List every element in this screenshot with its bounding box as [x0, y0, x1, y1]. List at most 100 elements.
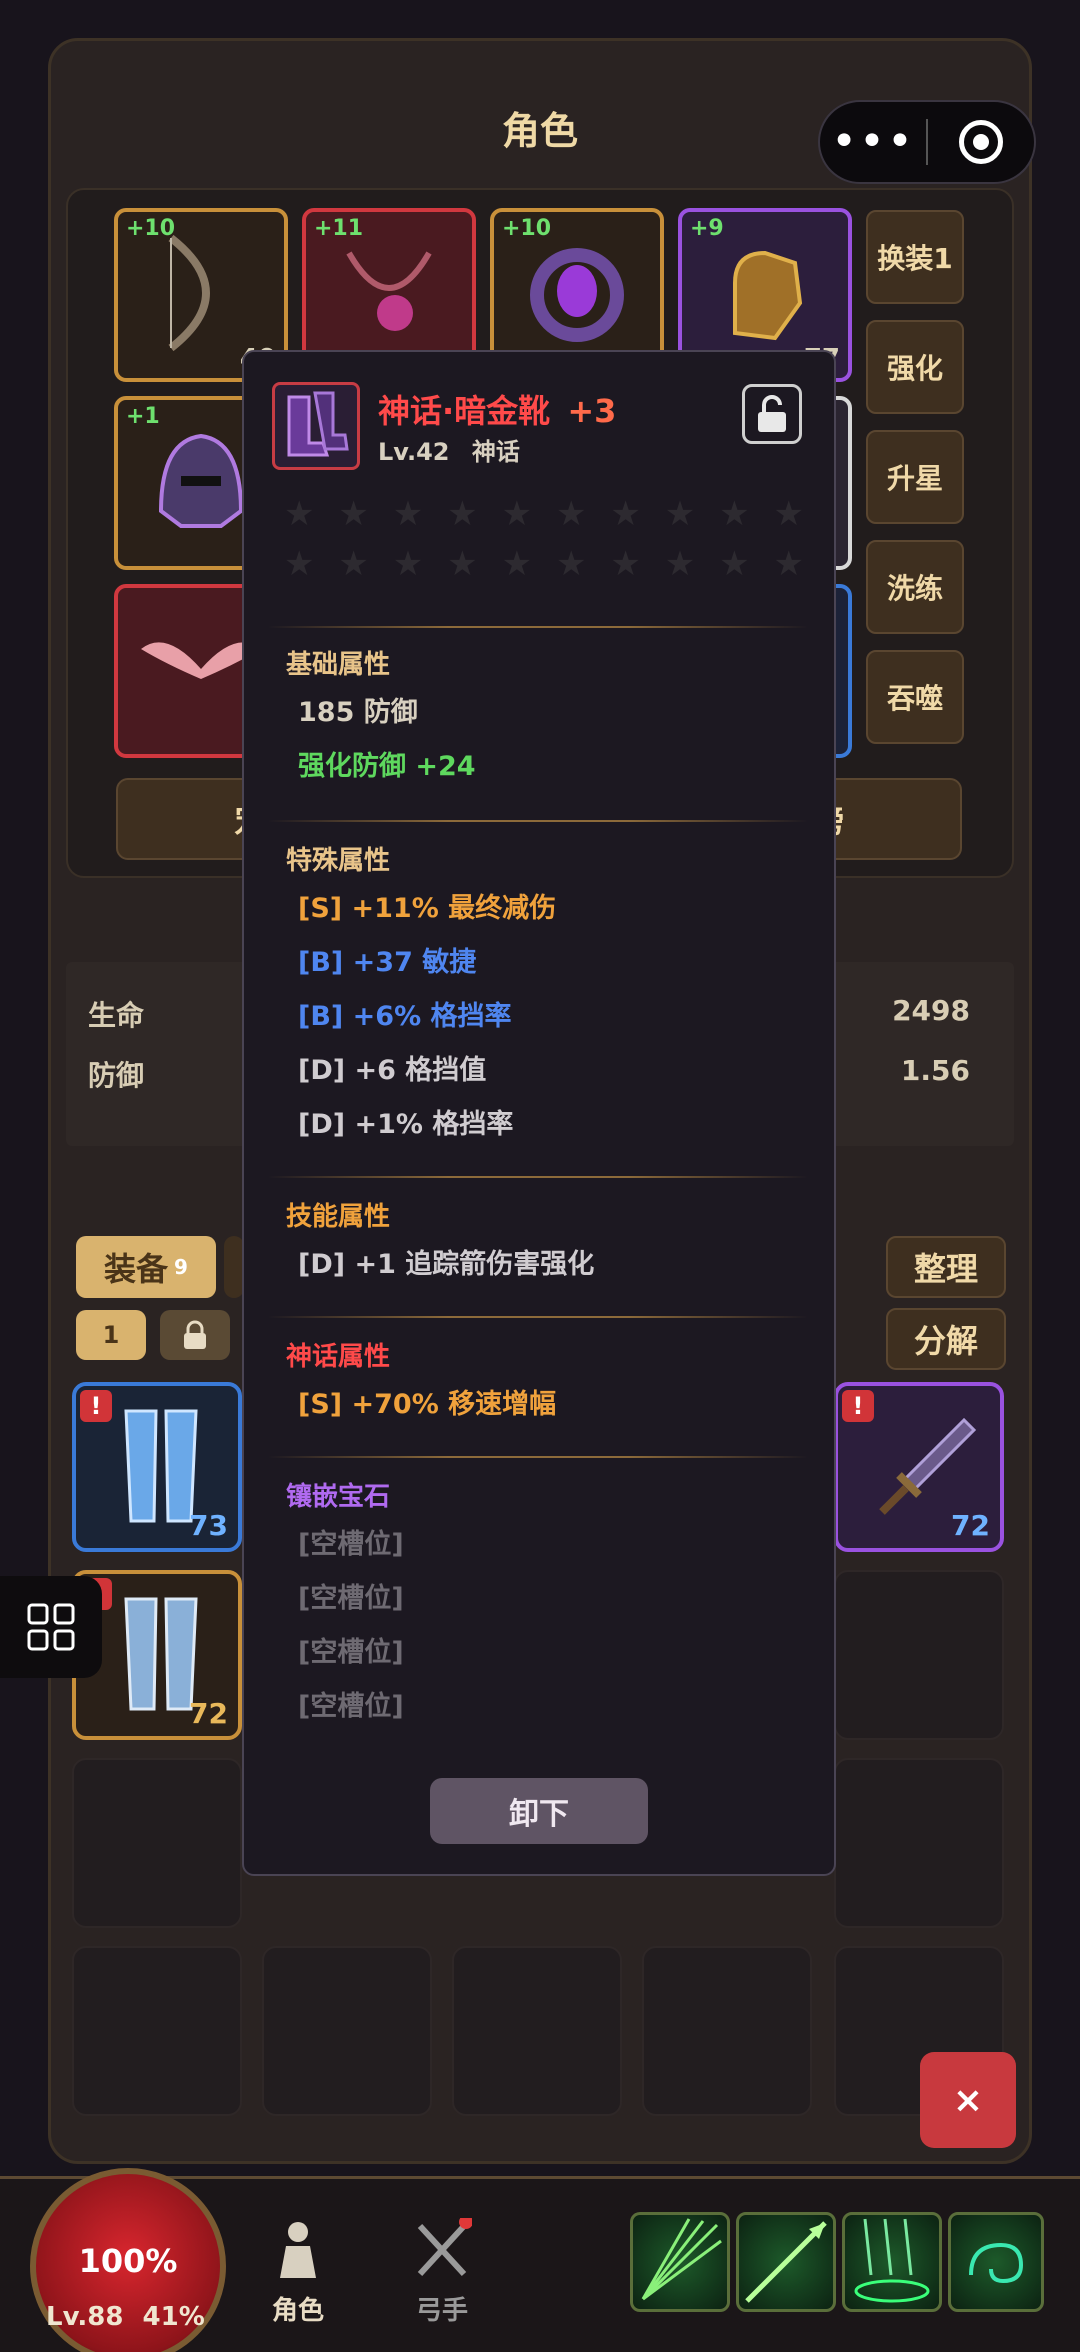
- myth-attr-line: [S] +70% 移速增幅: [298, 1389, 557, 1420]
- crossed-swords-icon: [417, 2215, 473, 2277]
- leg-armor-icon: [124, 1409, 198, 1523]
- def-label: 防御: [88, 1059, 145, 1092]
- star-row-2: ★ ★ ★ ★ ★ ★ ★ ★ ★ ★: [284, 544, 804, 584]
- hp-percent: 100%: [78, 2242, 178, 2280]
- divider: [268, 1176, 808, 1178]
- base-attr-line: 强化防御 +24: [298, 751, 476, 782]
- sort-button[interactable]: 整理: [886, 1236, 1006, 1298]
- record-circle-icon[interactable]: [928, 120, 1034, 164]
- star-up-button[interactable]: 升星: [866, 430, 964, 524]
- gem-title: 镶嵌宝石: [286, 1482, 391, 1512]
- skill-arrow-burst-icon: [641, 2218, 722, 2301]
- divider: [268, 1456, 808, 1458]
- inventory-empty-slot[interactable]: [72, 1758, 242, 1928]
- skill-slot-4[interactable]: [948, 2212, 1044, 2312]
- lock-toggle-button[interactable]: [742, 384, 802, 444]
- close-button[interactable]: ×: [920, 2052, 1016, 2148]
- special-attr-line: [D] +1% 格挡率: [298, 1109, 514, 1140]
- special-attr-line: [B] +37 敏捷: [298, 947, 477, 978]
- lock-icon: [184, 1320, 206, 1349]
- gem-slot: [空槽位]: [298, 1691, 404, 1722]
- item-level: 72: [189, 1697, 228, 1730]
- filter-button[interactable]: 1: [76, 1310, 146, 1360]
- tab-badge: 9: [174, 1255, 188, 1279]
- change-outfit-button[interactable]: 换装1: [866, 210, 964, 304]
- base-attr-line: 185 防御: [298, 697, 418, 728]
- item-name: 神话·暗金靴 +3: [378, 386, 616, 432]
- skill-arrow-pierce-icon: [745, 2221, 827, 2303]
- skill-slot-1[interactable]: [630, 2212, 730, 2312]
- sort-button-label: 整理: [913, 1250, 978, 1288]
- gloves-icon: [705, 233, 825, 357]
- miniprogram-capsule: •••: [818, 100, 1036, 184]
- reforge-button[interactable]: 洗练: [866, 540, 964, 634]
- exp-percent: 41%: [142, 2302, 205, 2332]
- base-attr-title: 基础属性: [286, 650, 391, 680]
- player-level-exp: Lv.88 41%: [46, 2302, 205, 2332]
- divider: [268, 820, 808, 822]
- skill-wind-spiral-icon: [969, 2242, 1024, 2284]
- nav-archer[interactable]: 弓手: [392, 2215, 492, 2327]
- divider: [268, 1316, 808, 1318]
- item-rarity: 神话: [471, 438, 520, 466]
- star-row-1: ★ ★ ★ ★ ★ ★ ★ ★ ★ ★: [284, 494, 804, 534]
- def-value: 1.56: [900, 1054, 970, 1087]
- skill-attr-title: 技能属性: [286, 1202, 391, 1232]
- gem-slot: [空槽位]: [298, 1529, 404, 1560]
- inventory-empty-slot[interactable]: [262, 1946, 432, 2116]
- boots-icon: [287, 391, 349, 457]
- leg-armor-icon: [124, 1597, 198, 1711]
- inventory-empty-slot[interactable]: [834, 1570, 1004, 1740]
- knight-icon: [280, 2222, 316, 2278]
- tab-equipment[interactable]: 装备 9: [76, 1236, 216, 1298]
- more-dots-icon[interactable]: •••: [820, 120, 926, 164]
- myth-attr-title: 神话属性: [286, 1342, 391, 1372]
- special-attr-line: [S] +11% 最终减伤: [298, 893, 557, 924]
- decompose-button-label: 分解: [913, 1322, 978, 1360]
- skill-slot-2[interactable]: [736, 2212, 836, 2312]
- inventory-empty-slot[interactable]: [452, 1946, 622, 2116]
- special-attr-title: 特殊属性: [286, 846, 391, 876]
- hp-value: 2498: [892, 994, 970, 1027]
- page: 角色 ••• +10 40 +11 +10 +9 77 +1: [0, 0, 1080, 2352]
- gem-slot: [空槽位]: [298, 1583, 404, 1614]
- item-level: 73: [189, 1509, 228, 1542]
- item-name-text: 神话·暗金靴: [378, 392, 551, 430]
- decompose-button[interactable]: 分解: [886, 1308, 1006, 1370]
- inventory-item[interactable]: ! 72: [834, 1382, 1004, 1552]
- lock-filter-button[interactable]: [160, 1310, 230, 1360]
- gem-slot: [空槽位]: [298, 1637, 404, 1668]
- app-grid-button[interactable]: [0, 1576, 102, 1678]
- tab-equipment-label: 装备: [104, 1250, 169, 1288]
- enhance-button[interactable]: 强化: [866, 320, 964, 414]
- divider: [268, 626, 808, 628]
- devour-button[interactable]: 吞噬: [866, 650, 964, 744]
- bow-icon: [141, 228, 261, 362]
- item-enhance: +3: [567, 392, 617, 430]
- item-icon: [272, 382, 360, 470]
- nav-role[interactable]: 角色: [248, 2218, 348, 2327]
- nav-archer-label: 弓手: [415, 2296, 468, 2326]
- skill-slot-3[interactable]: [842, 2212, 942, 2312]
- item-subtitle: Lv.42 神话: [378, 432, 520, 467]
- filter-label: 1: [102, 1321, 120, 1349]
- special-attr-line: [D] +6 格挡值: [298, 1055, 487, 1086]
- inventory-item[interactable]: ! 73: [72, 1382, 242, 1552]
- grid-icon: [27, 1603, 75, 1651]
- inventory-empty-slot[interactable]: [72, 1946, 242, 2116]
- skill-attr-line: [D] +1 追踪箭伤害强化: [298, 1249, 595, 1280]
- inventory-empty-slot[interactable]: [834, 1758, 1004, 1928]
- tab-other[interactable]: [224, 1236, 244, 1298]
- unlock-icon: [758, 395, 786, 432]
- item-level: 72: [951, 1509, 990, 1542]
- player-level: Lv.88: [46, 2302, 124, 2332]
- unequip-button[interactable]: 卸下: [430, 1778, 648, 1844]
- inventory-empty-slot[interactable]: [642, 1946, 812, 2116]
- necklace-icon: [329, 233, 449, 357]
- skill-arrow-rain-icon: [854, 2218, 930, 2303]
- nav-role-label: 角色: [271, 2296, 324, 2326]
- ring-icon: [517, 233, 637, 357]
- special-attr-line: [B] +6% 格挡率: [298, 1001, 512, 1032]
- hp-label: 生命: [88, 999, 145, 1032]
- item-level: Lv.42: [378, 438, 450, 466]
